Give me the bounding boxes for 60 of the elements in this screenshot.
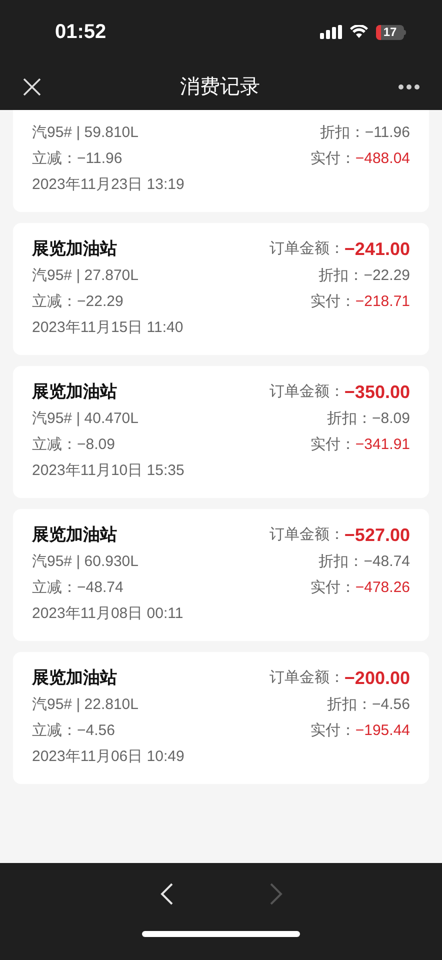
fuel-info: 汽95# | 27.870L [32,266,138,286]
record-date: 2023年11月23日 13:19 [32,174,184,195]
field-label: 折扣： [318,266,364,286]
field-value: −22.29 [364,266,410,286]
field-label: 实付： [310,434,356,455]
field-value: −350.00 [344,380,410,404]
fuel-info: 汽95# | 40.470L [32,408,138,429]
field-label: 折扣： [327,408,372,429]
field-value: −22.29 [77,292,124,312]
field-label: 立减： [32,434,77,455]
battery-icon: 17 [376,24,406,40]
more-icon[interactable] [398,84,420,90]
station-name: 展览加油站 [32,524,117,546]
field-label: 订单金额： [269,382,344,402]
fuel-info: 汽95# | 60.930L [32,552,138,572]
field-value: −11.96 [77,148,122,169]
field-value: −4.56 [77,720,115,741]
fuel-info: 汽95# | 59.810L [32,122,138,143]
field-label: 订单金额： [269,524,344,545]
field-label: 折扣： [318,552,364,572]
field-value: −195.44 [355,720,410,741]
field-label: 实付： [310,292,356,312]
field-label: 实付： [310,578,356,598]
field-value: −527.00 [344,524,410,546]
field-label: 订单金额： [269,238,344,259]
field-value: −218.71 [355,292,410,312]
field-label: 折扣： [327,694,372,715]
station-name: 展览加油站 [32,238,117,260]
back-icon[interactable] [160,883,174,905]
page-title: 消费记录 [180,75,260,100]
field-value: −200.00 [344,666,410,690]
field-label: 立减： [32,578,77,598]
status-time: 01:52 [55,20,106,45]
record-date: 2023年11月06日 10:49 [32,746,184,767]
field-label: 立减： [32,720,77,741]
field-value: −8.09 [77,434,115,455]
field-value: −478.26 [355,578,410,598]
field-value: −48.74 [77,578,124,598]
station-name: 展览加油站 [32,381,117,404]
fuel-info: 汽95# | 22.810L [32,694,138,715]
record-date: 2023年11月08日 00:11 [32,604,184,624]
field-label: 立减： [32,292,77,312]
record-date: 2023年11月10日 15:35 [32,460,184,481]
field-value: −8.09 [372,408,410,429]
field-label: 实付： [310,148,356,169]
field-value: −241.00 [344,238,410,260]
field-label: 实付： [310,720,356,741]
close-icon[interactable] [22,77,42,97]
field-value: −488.04 [355,148,410,169]
field-label: 立减： [32,148,77,169]
field-value: −341.91 [355,434,410,455]
field-value: −48.74 [364,552,410,572]
wifi-icon [350,25,368,39]
station-name: 展览加油站 [32,667,117,690]
signal-icon [320,25,342,39]
field-value: −4.56 [372,694,410,715]
record-date: 2023年11月15日 11:40 [32,318,184,338]
field-value: −11.96 [364,122,410,143]
field-label: 订单金额： [269,668,344,688]
field-label: 折扣： [320,122,365,143]
